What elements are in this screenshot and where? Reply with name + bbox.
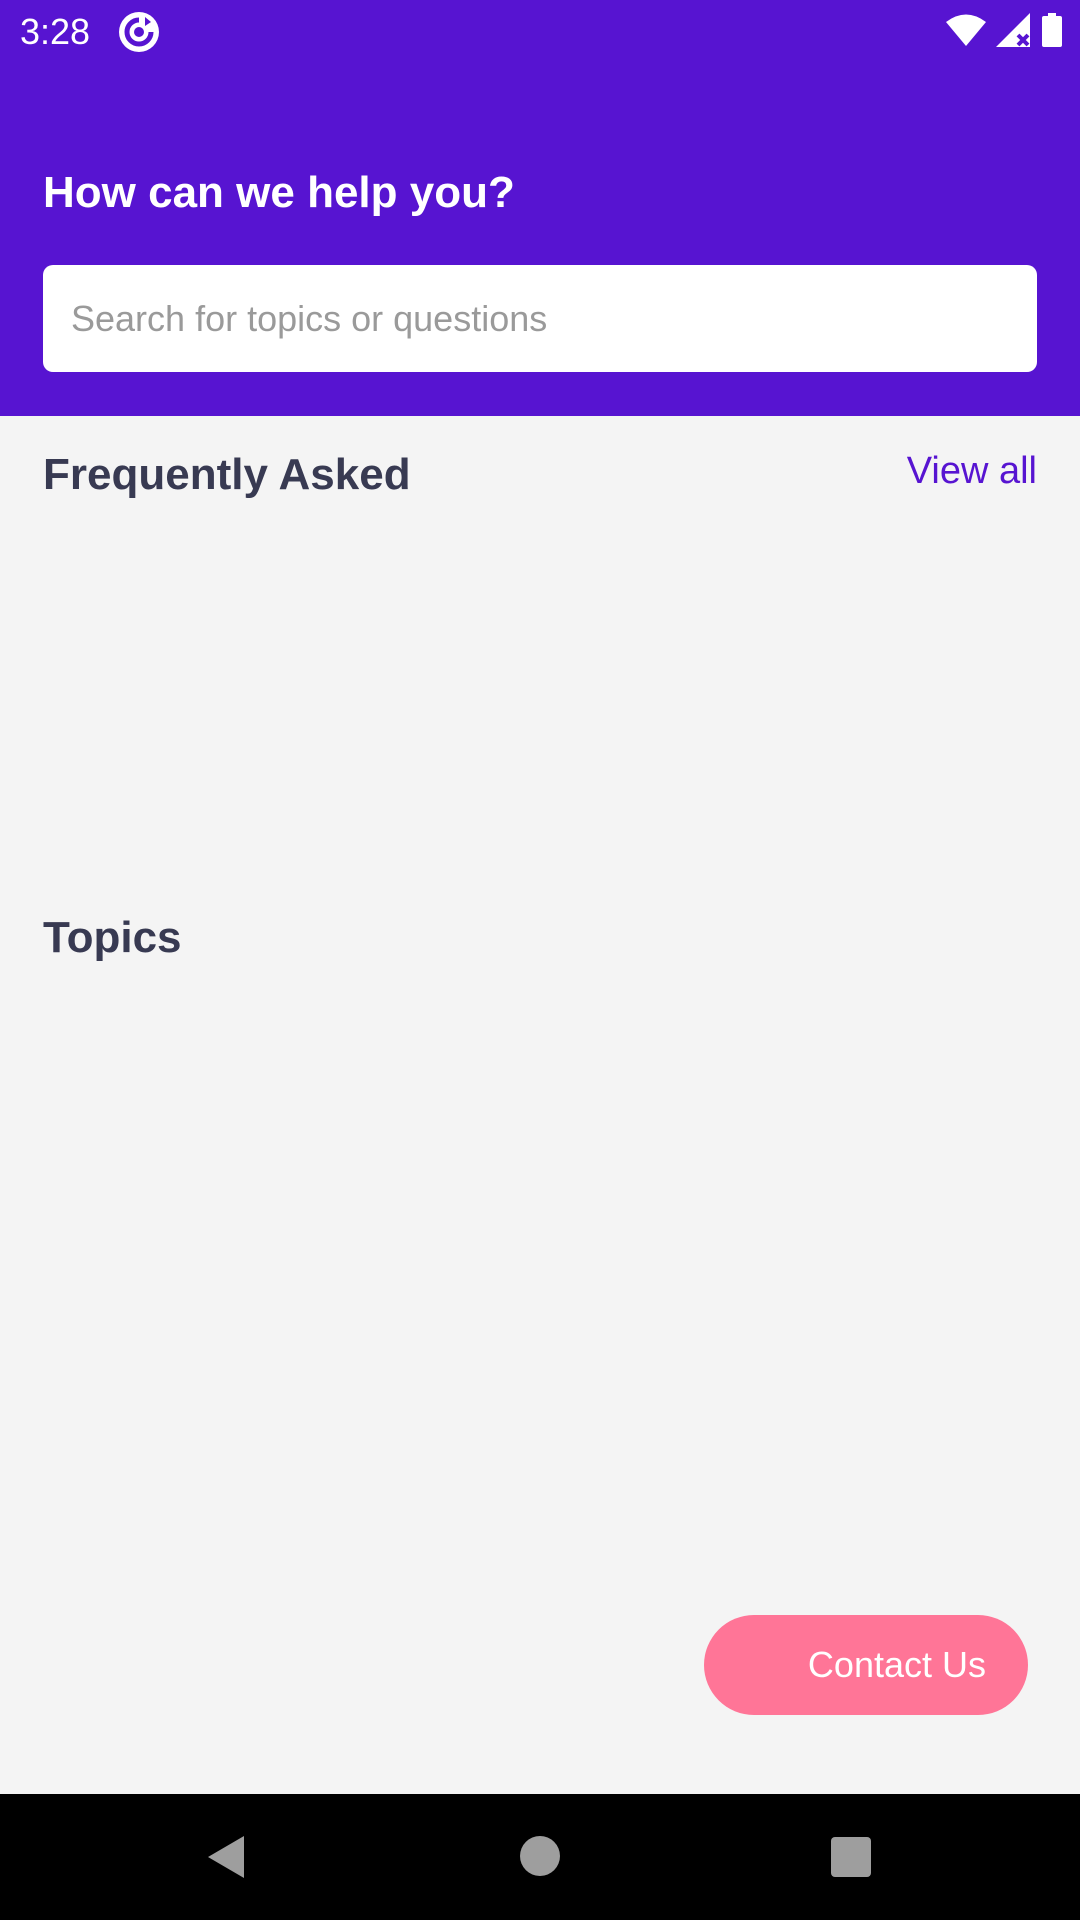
navigation-bar [0, 1794, 1080, 1920]
signal-icon [996, 12, 1032, 52]
recents-icon[interactable] [831, 1837, 871, 1877]
home-icon[interactable] [520, 1836, 560, 1876]
status-bar: 3:28 [0, 0, 1080, 64]
contact-us-label: Contact Us [807, 1644, 986, 1685]
header: 3:28 How can we help you? Search for top… [0, 0, 1080, 416]
search-box[interactable] [43, 265, 1037, 372]
wifi-icon [946, 13, 986, 52]
topics-section-title: Topics [43, 913, 182, 962]
view-all-link[interactable]: View all [907, 448, 1037, 494]
faq-section-title: Frequently Asked [43, 450, 411, 499]
sync-icon [118, 11, 160, 53]
battery-icon [1042, 12, 1062, 52]
contact-us-button[interactable]: Contact Us [704, 1615, 1028, 1715]
status-time: 3:28 [20, 11, 91, 52]
search-input[interactable] [69, 296, 1011, 341]
back-icon[interactable] [204, 1834, 250, 1880]
page-title: How can we help you? [43, 168, 515, 217]
status-icons [946, 12, 1062, 52]
